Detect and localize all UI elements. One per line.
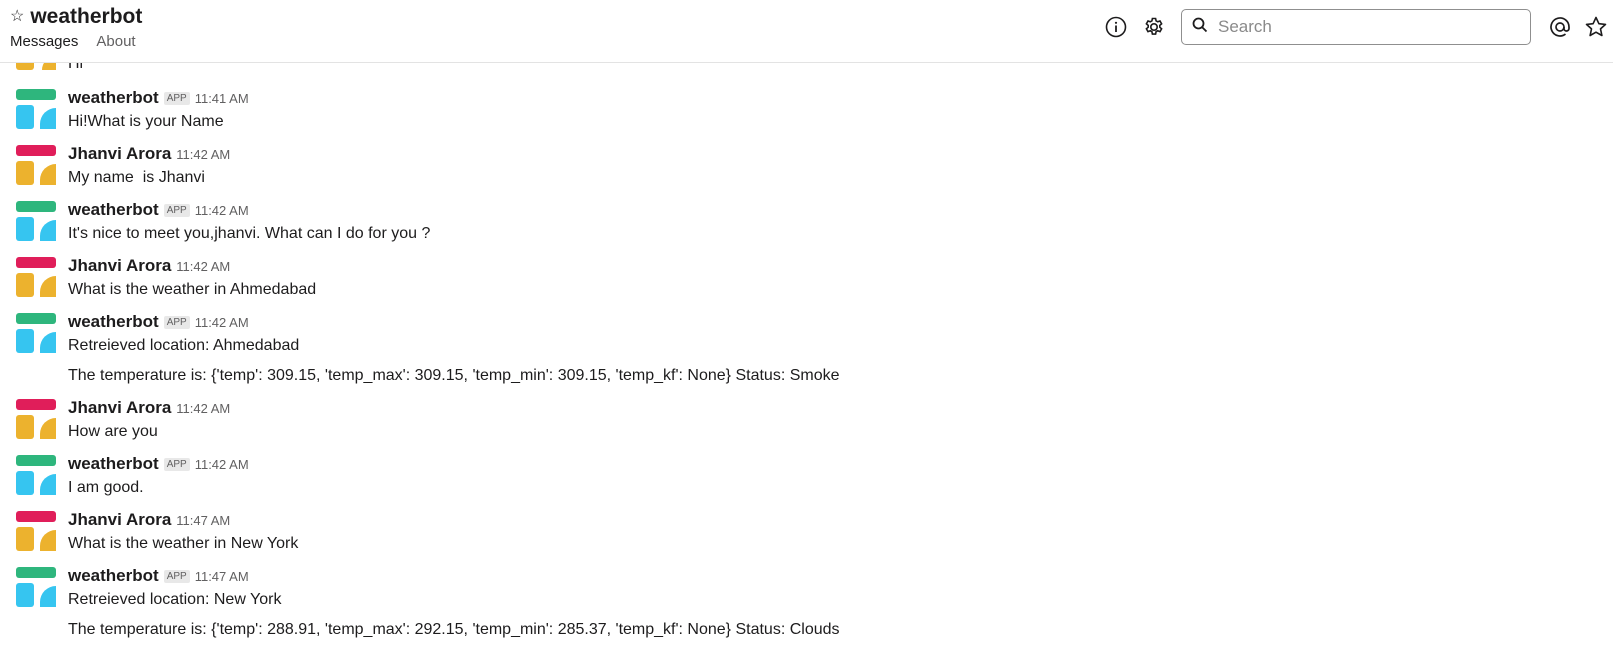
avatar[interactable] bbox=[16, 201, 58, 243]
search-input[interactable] bbox=[1216, 16, 1520, 38]
channel-name[interactable]: weatherbot bbox=[30, 5, 142, 29]
message-time[interactable]: 11:47 AM bbox=[176, 513, 230, 528]
message-text: How are you bbox=[68, 423, 158, 440]
message-text-continued: The temperature is: {'temp': 288.91, 'te… bbox=[68, 621, 840, 638]
info-icon[interactable] bbox=[1103, 14, 1129, 40]
channel-title: ☆ weatherbot bbox=[10, 4, 142, 30]
message-time[interactable]: 11:41 AM bbox=[195, 91, 249, 106]
message-list: Hi weatherbot APP 11:41 AM Hi!What is yo… bbox=[0, 0, 1613, 665]
avatar[interactable] bbox=[16, 89, 58, 131]
message-time[interactable]: 11:42 AM bbox=[176, 147, 230, 162]
avatar[interactable] bbox=[16, 567, 58, 609]
avatar[interactable] bbox=[16, 313, 58, 355]
gear-icon[interactable] bbox=[1141, 14, 1167, 40]
message-author[interactable]: Jhanvi Arora bbox=[68, 510, 171, 530]
tab-about[interactable]: About bbox=[96, 33, 135, 50]
app-badge: APP bbox=[163, 203, 190, 217]
avatar[interactable] bbox=[16, 145, 58, 187]
message-time[interactable]: 11:42 AM bbox=[195, 315, 249, 330]
message-author[interactable]: weatherbot bbox=[68, 88, 159, 108]
message-text: Retreieved location: Ahmedabad bbox=[68, 337, 300, 354]
message-text: My name is Jhanvi bbox=[68, 169, 205, 186]
avatar[interactable] bbox=[16, 257, 58, 299]
message-author[interactable]: weatherbot bbox=[68, 312, 159, 332]
message-text: It's nice to meet you,jhanvi. What can I… bbox=[68, 225, 431, 242]
header-tabs: Messages About bbox=[10, 33, 136, 50]
message-text: Retreieved location: New York bbox=[68, 591, 282, 608]
avatar[interactable] bbox=[16, 511, 58, 553]
search-icon bbox=[1192, 17, 1208, 38]
message-text: What is the weather in New York bbox=[68, 535, 299, 552]
message-time[interactable]: 11:42 AM bbox=[195, 203, 249, 218]
message-author[interactable]: weatherbot bbox=[68, 200, 159, 220]
message-time[interactable]: 11:47 AM bbox=[195, 569, 249, 584]
app-badge: APP bbox=[163, 569, 190, 583]
avatar[interactable] bbox=[16, 399, 58, 441]
message-time[interactable]: 11:42 AM bbox=[176, 259, 230, 274]
starred-icon[interactable] bbox=[1583, 14, 1609, 40]
message-time[interactable]: 11:42 AM bbox=[176, 401, 230, 416]
message-text: I am good. bbox=[68, 479, 144, 496]
app-badge: APP bbox=[163, 457, 190, 471]
message-text: What is the weather in Ahmedabad bbox=[68, 281, 317, 298]
message-author[interactable]: weatherbot bbox=[68, 566, 159, 586]
message-author[interactable]: Jhanvi Arora bbox=[68, 144, 171, 164]
star-icon[interactable]: ☆ bbox=[10, 9, 24, 25]
message-time[interactable]: 11:42 AM bbox=[195, 457, 249, 472]
message-text-continued: The temperature is: {'temp': 309.15, 'te… bbox=[68, 367, 840, 384]
message-text: Hi!What is your Name bbox=[68, 113, 224, 130]
search-box[interactable] bbox=[1181, 9, 1531, 45]
app-badge: APP bbox=[163, 315, 190, 329]
channel-header: ☆ weatherbot Messages About bbox=[0, 0, 1613, 63]
message-author[interactable]: Jhanvi Arora bbox=[68, 256, 171, 276]
mention-icon[interactable] bbox=[1547, 14, 1573, 40]
tab-messages[interactable]: Messages bbox=[10, 33, 78, 50]
header-actions bbox=[1103, 8, 1613, 46]
message-author[interactable]: Jhanvi Arora bbox=[68, 398, 171, 418]
message-author[interactable]: weatherbot bbox=[68, 454, 159, 474]
app-badge: APP bbox=[163, 91, 190, 105]
avatar[interactable] bbox=[16, 455, 58, 497]
